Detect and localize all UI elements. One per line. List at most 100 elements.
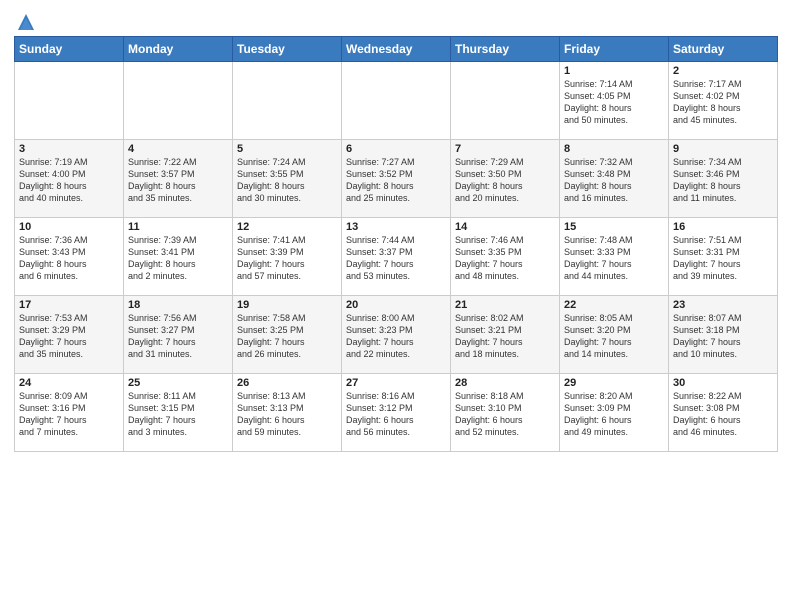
day-info: Sunrise: 8:09 AM Sunset: 3:16 PM Dayligh… <box>19 390 119 439</box>
day-number: 23 <box>673 299 773 311</box>
week-row-3: 10Sunrise: 7:36 AM Sunset: 3:43 PM Dayli… <box>15 218 778 296</box>
day-number: 8 <box>564 143 664 155</box>
day-info: Sunrise: 7:48 AM Sunset: 3:33 PM Dayligh… <box>564 234 664 283</box>
week-row-4: 17Sunrise: 7:53 AM Sunset: 3:29 PM Dayli… <box>15 296 778 374</box>
day-cell: 21Sunrise: 8:02 AM Sunset: 3:21 PM Dayli… <box>451 296 560 374</box>
day-number: 3 <box>19 143 119 155</box>
day-cell: 17Sunrise: 7:53 AM Sunset: 3:29 PM Dayli… <box>15 296 124 374</box>
day-cell: 4Sunrise: 7:22 AM Sunset: 3:57 PM Daylig… <box>124 140 233 218</box>
day-number: 27 <box>346 377 446 389</box>
header-row: SundayMondayTuesdayWednesdayThursdayFrid… <box>15 37 778 62</box>
day-cell: 2Sunrise: 7:17 AM Sunset: 4:02 PM Daylig… <box>669 62 778 140</box>
day-cell: 8Sunrise: 7:32 AM Sunset: 3:48 PM Daylig… <box>560 140 669 218</box>
day-info: Sunrise: 7:39 AM Sunset: 3:41 PM Dayligh… <box>128 234 228 283</box>
day-cell: 10Sunrise: 7:36 AM Sunset: 3:43 PM Dayli… <box>15 218 124 296</box>
day-number: 24 <box>19 377 119 389</box>
day-info: Sunrise: 8:22 AM Sunset: 3:08 PM Dayligh… <box>673 390 773 439</box>
day-number: 2 <box>673 65 773 77</box>
day-cell: 13Sunrise: 7:44 AM Sunset: 3:37 PM Dayli… <box>342 218 451 296</box>
day-number: 25 <box>128 377 228 389</box>
day-cell: 7Sunrise: 7:29 AM Sunset: 3:50 PM Daylig… <box>451 140 560 218</box>
day-info: Sunrise: 7:29 AM Sunset: 3:50 PM Dayligh… <box>455 156 555 205</box>
day-info: Sunrise: 8:13 AM Sunset: 3:13 PM Dayligh… <box>237 390 337 439</box>
day-number: 6 <box>346 143 446 155</box>
day-info: Sunrise: 7:46 AM Sunset: 3:35 PM Dayligh… <box>455 234 555 283</box>
header-friday: Friday <box>560 37 669 62</box>
day-number: 9 <box>673 143 773 155</box>
day-cell: 18Sunrise: 7:56 AM Sunset: 3:27 PM Dayli… <box>124 296 233 374</box>
day-info: Sunrise: 8:20 AM Sunset: 3:09 PM Dayligh… <box>564 390 664 439</box>
day-cell: 22Sunrise: 8:05 AM Sunset: 3:20 PM Dayli… <box>560 296 669 374</box>
day-info: Sunrise: 7:17 AM Sunset: 4:02 PM Dayligh… <box>673 78 773 127</box>
day-info: Sunrise: 7:32 AM Sunset: 3:48 PM Dayligh… <box>564 156 664 205</box>
day-info: Sunrise: 7:51 AM Sunset: 3:31 PM Dayligh… <box>673 234 773 283</box>
day-cell: 20Sunrise: 8:00 AM Sunset: 3:23 PM Dayli… <box>342 296 451 374</box>
day-number: 7 <box>455 143 555 155</box>
day-info: Sunrise: 8:07 AM Sunset: 3:18 PM Dayligh… <box>673 312 773 361</box>
header-monday: Monday <box>124 37 233 62</box>
day-number: 29 <box>564 377 664 389</box>
day-number: 12 <box>237 221 337 233</box>
day-cell: 5Sunrise: 7:24 AM Sunset: 3:55 PM Daylig… <box>233 140 342 218</box>
page: SundayMondayTuesdayWednesdayThursdayFrid… <box>0 0 792 612</box>
day-cell <box>15 62 124 140</box>
logo-icon <box>16 12 36 32</box>
header <box>14 10 778 28</box>
day-cell: 3Sunrise: 7:19 AM Sunset: 4:00 PM Daylig… <box>15 140 124 218</box>
day-number: 17 <box>19 299 119 311</box>
week-row-1: 1Sunrise: 7:14 AM Sunset: 4:05 PM Daylig… <box>15 62 778 140</box>
day-info: Sunrise: 7:56 AM Sunset: 3:27 PM Dayligh… <box>128 312 228 361</box>
day-number: 30 <box>673 377 773 389</box>
day-number: 18 <box>128 299 228 311</box>
day-cell: 9Sunrise: 7:34 AM Sunset: 3:46 PM Daylig… <box>669 140 778 218</box>
day-cell: 27Sunrise: 8:16 AM Sunset: 3:12 PM Dayli… <box>342 374 451 452</box>
day-number: 20 <box>346 299 446 311</box>
day-cell: 14Sunrise: 7:46 AM Sunset: 3:35 PM Dayli… <box>451 218 560 296</box>
day-number: 28 <box>455 377 555 389</box>
week-row-5: 24Sunrise: 8:09 AM Sunset: 3:16 PM Dayli… <box>15 374 778 452</box>
header-tuesday: Tuesday <box>233 37 342 62</box>
day-info: Sunrise: 7:36 AM Sunset: 3:43 PM Dayligh… <box>19 234 119 283</box>
day-cell <box>451 62 560 140</box>
day-cell: 25Sunrise: 8:11 AM Sunset: 3:15 PM Dayli… <box>124 374 233 452</box>
day-cell: 1Sunrise: 7:14 AM Sunset: 4:05 PM Daylig… <box>560 62 669 140</box>
day-info: Sunrise: 8:02 AM Sunset: 3:21 PM Dayligh… <box>455 312 555 361</box>
day-number: 5 <box>237 143 337 155</box>
day-cell: 16Sunrise: 7:51 AM Sunset: 3:31 PM Dayli… <box>669 218 778 296</box>
header-thursday: Thursday <box>451 37 560 62</box>
day-cell <box>342 62 451 140</box>
day-number: 4 <box>128 143 228 155</box>
day-info: Sunrise: 8:16 AM Sunset: 3:12 PM Dayligh… <box>346 390 446 439</box>
day-info: Sunrise: 8:11 AM Sunset: 3:15 PM Dayligh… <box>128 390 228 439</box>
day-info: Sunrise: 7:41 AM Sunset: 3:39 PM Dayligh… <box>237 234 337 283</box>
day-cell: 26Sunrise: 8:13 AM Sunset: 3:13 PM Dayli… <box>233 374 342 452</box>
day-cell: 19Sunrise: 7:58 AM Sunset: 3:25 PM Dayli… <box>233 296 342 374</box>
day-number: 13 <box>346 221 446 233</box>
day-cell: 29Sunrise: 8:20 AM Sunset: 3:09 PM Dayli… <box>560 374 669 452</box>
header-sunday: Sunday <box>15 37 124 62</box>
day-cell <box>233 62 342 140</box>
day-number: 15 <box>564 221 664 233</box>
day-info: Sunrise: 7:22 AM Sunset: 3:57 PM Dayligh… <box>128 156 228 205</box>
logo <box>14 14 36 28</box>
day-info: Sunrise: 7:27 AM Sunset: 3:52 PM Dayligh… <box>346 156 446 205</box>
day-number: 19 <box>237 299 337 311</box>
day-cell: 6Sunrise: 7:27 AM Sunset: 3:52 PM Daylig… <box>342 140 451 218</box>
day-info: Sunrise: 7:14 AM Sunset: 4:05 PM Dayligh… <box>564 78 664 127</box>
week-row-2: 3Sunrise: 7:19 AM Sunset: 4:00 PM Daylig… <box>15 140 778 218</box>
day-info: Sunrise: 8:18 AM Sunset: 3:10 PM Dayligh… <box>455 390 555 439</box>
day-number: 11 <box>128 221 228 233</box>
day-cell: 23Sunrise: 8:07 AM Sunset: 3:18 PM Dayli… <box>669 296 778 374</box>
day-info: Sunrise: 8:00 AM Sunset: 3:23 PM Dayligh… <box>346 312 446 361</box>
day-number: 16 <box>673 221 773 233</box>
day-info: Sunrise: 7:58 AM Sunset: 3:25 PM Dayligh… <box>237 312 337 361</box>
header-saturday: Saturday <box>669 37 778 62</box>
day-info: Sunrise: 8:05 AM Sunset: 3:20 PM Dayligh… <box>564 312 664 361</box>
day-cell: 11Sunrise: 7:39 AM Sunset: 3:41 PM Dayli… <box>124 218 233 296</box>
day-info: Sunrise: 7:53 AM Sunset: 3:29 PM Dayligh… <box>19 312 119 361</box>
day-cell: 30Sunrise: 8:22 AM Sunset: 3:08 PM Dayli… <box>669 374 778 452</box>
day-cell: 15Sunrise: 7:48 AM Sunset: 3:33 PM Dayli… <box>560 218 669 296</box>
day-number: 10 <box>19 221 119 233</box>
day-cell: 24Sunrise: 8:09 AM Sunset: 3:16 PM Dayli… <box>15 374 124 452</box>
day-number: 21 <box>455 299 555 311</box>
